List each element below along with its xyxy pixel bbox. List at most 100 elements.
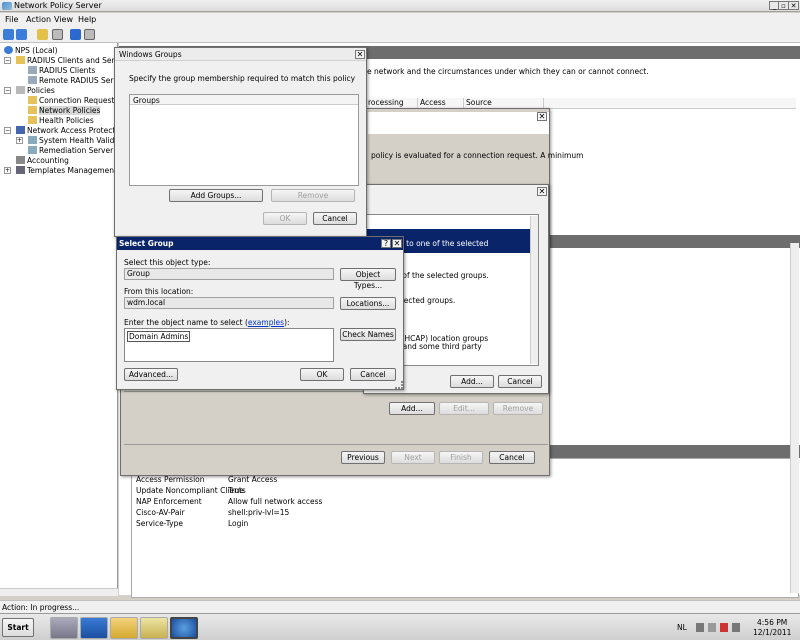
pane-description: e network and the circumstances under wh… [367, 67, 649, 76]
menu-help[interactable]: Help [78, 15, 96, 24]
close-icon[interactable]: ✕ [392, 239, 402, 248]
condition-cancel-button[interactable]: Cancel [498, 375, 542, 388]
nps-icon [4, 46, 13, 54]
select-ok-button[interactable]: OK [300, 368, 344, 381]
expand-icon[interactable]: + [16, 137, 23, 144]
window-title: Network Policy Server [14, 1, 102, 10]
resize-grip-icon[interactable] [395, 381, 403, 389]
wizard-cancel-button[interactable]: Cancel [489, 451, 535, 464]
wizard-edit-button[interactable]: Edit... [439, 402, 489, 415]
menu-file[interactable]: File [5, 15, 18, 24]
divider [124, 444, 548, 445]
folder-icon [28, 106, 37, 114]
tree-item-nap[interactable]: Network Access Protection [27, 126, 127, 135]
groups-cancel-button[interactable]: Cancel [313, 212, 357, 225]
windows-groups-dialog: Windows Groups ✕ Specify the group membe… [114, 47, 367, 237]
collapse-icon[interactable]: − [4, 127, 11, 134]
object-types-button[interactable]: Object Types... [340, 268, 396, 290]
advanced-button[interactable]: Advanced... [124, 368, 178, 381]
groups-ok-button[interactable]: OK [263, 212, 307, 225]
validators-icon [28, 136, 37, 144]
server-manager-icon[interactable] [50, 617, 78, 639]
dialog-instruction: Specify the group membership required to… [129, 74, 356, 83]
explorer-icon[interactable] [110, 617, 138, 639]
help-icon[interactable] [70, 29, 81, 40]
wizard-add-button[interactable]: Add... [389, 402, 435, 415]
setting-value: Allow full network access [228, 497, 323, 506]
tree-item-accounting[interactable]: Accounting [27, 156, 69, 165]
column-access-type[interactable]: Access Type [418, 98, 464, 116]
start-button[interactable]: Start [2, 618, 34, 637]
wizard-banner [368, 112, 549, 134]
tree-item-radius-clients[interactable]: RADIUS Clients [39, 66, 95, 75]
menu-action[interactable]: Action [26, 15, 51, 24]
powershell-icon[interactable] [80, 617, 108, 639]
tree-item-nps-local[interactable]: NPS (Local) [15, 46, 58, 55]
expand-icon[interactable]: + [4, 167, 11, 174]
setting-value: True [228, 486, 244, 495]
menu-bar: File Action View Help [0, 13, 800, 26]
accounting-icon [16, 156, 25, 164]
dialog-title: Windows Groups [119, 50, 182, 59]
setting-name: Access Permission [136, 475, 205, 484]
tree-item-health-policies[interactable]: Health Policies [39, 116, 94, 125]
examples-link[interactable]: examples [248, 318, 284, 327]
tray-icons[interactable] [696, 623, 742, 632]
network-policy-server-task[interactable] [170, 617, 198, 639]
close-icon[interactable]: ✕ [537, 187, 547, 196]
up-folder-icon[interactable] [37, 29, 48, 40]
column-processing-order[interactable]: rocessing Order [366, 98, 418, 116]
next-button[interactable]: Next [391, 451, 435, 464]
close-icon[interactable]: ✕ [537, 112, 547, 121]
language-indicator[interactable]: NL [677, 623, 687, 632]
help-button[interactable]: ? [381, 239, 391, 248]
column-source[interactable]: Source [464, 98, 544, 108]
clock-date[interactable]: 12/1/2011 [753, 628, 791, 637]
condition-scrollbar[interactable] [530, 216, 538, 364]
previous-button[interactable]: Previous [341, 451, 385, 464]
collapse-icon[interactable]: − [4, 57, 11, 64]
back-arrow-icon[interactable] [3, 29, 14, 40]
object-name-label-text: Enter the object name to select ( [124, 318, 248, 327]
remove-group-button[interactable]: Remove [271, 189, 355, 202]
nps-task-icon[interactable] [140, 617, 168, 639]
setting-name: Service-Type [136, 519, 183, 528]
close-icon[interactable]: ✕ [355, 50, 365, 59]
settings-panel: Access Permission Grant Access Update No… [131, 458, 799, 598]
setting-value: shell:priv-lvl=15 [228, 508, 290, 517]
finish-button[interactable]: Finish [439, 451, 483, 464]
object-name-input[interactable]: Domain Admins [124, 328, 334, 362]
vertical-scrollbar[interactable] [790, 243, 799, 593]
setting-name: Cisco-AV-Pair [136, 508, 185, 517]
groups-list[interactable]: Groups [129, 94, 359, 186]
taskbar: Start NL 4:56 PM 12/1/2011 [0, 613, 800, 640]
groups-column-header[interactable]: Groups [133, 96, 160, 105]
policies-icon [16, 86, 25, 94]
groups-list-header: Groups [130, 95, 358, 105]
collapse-icon[interactable]: − [4, 87, 11, 94]
folder-icon [28, 96, 37, 104]
properties-icon[interactable] [84, 29, 95, 40]
show-tree-icon[interactable] [52, 29, 63, 40]
toolbar [0, 26, 800, 43]
check-names-button[interactable]: Check Names [340, 328, 396, 341]
wizard-remove-button[interactable]: Remove [493, 402, 543, 415]
select-cancel-button[interactable]: Cancel [350, 368, 396, 381]
tree-item-policies[interactable]: Policies [27, 86, 55, 95]
console-tree: NPS (Local) − RADIUS Clients and Servers… [0, 43, 134, 596]
tree-item-network-policies[interactable]: Network Policies [39, 106, 101, 115]
condition-add-button[interactable]: Add... [450, 375, 494, 388]
forward-arrow-icon[interactable] [16, 29, 27, 40]
locations-button[interactable]: Locations... [340, 297, 396, 310]
dialog-title-bar: Windows Groups [115, 48, 366, 61]
tree-horizontal-scrollbar[interactable] [0, 588, 118, 596]
add-groups-button[interactable]: Add Groups... [169, 189, 263, 202]
object-name-value[interactable]: Domain Admins [127, 331, 191, 342]
templates-icon [16, 166, 25, 174]
folder-icon [28, 116, 37, 124]
close-window-button[interactable]: ✕ [788, 1, 799, 10]
wizard-policy-text: policy is evaluated for a connection req… [371, 151, 584, 160]
menu-view[interactable]: View [54, 15, 73, 24]
tree-item-templates[interactable]: Templates Management [27, 166, 117, 175]
clock-time[interactable]: 4:56 PM [757, 618, 787, 627]
